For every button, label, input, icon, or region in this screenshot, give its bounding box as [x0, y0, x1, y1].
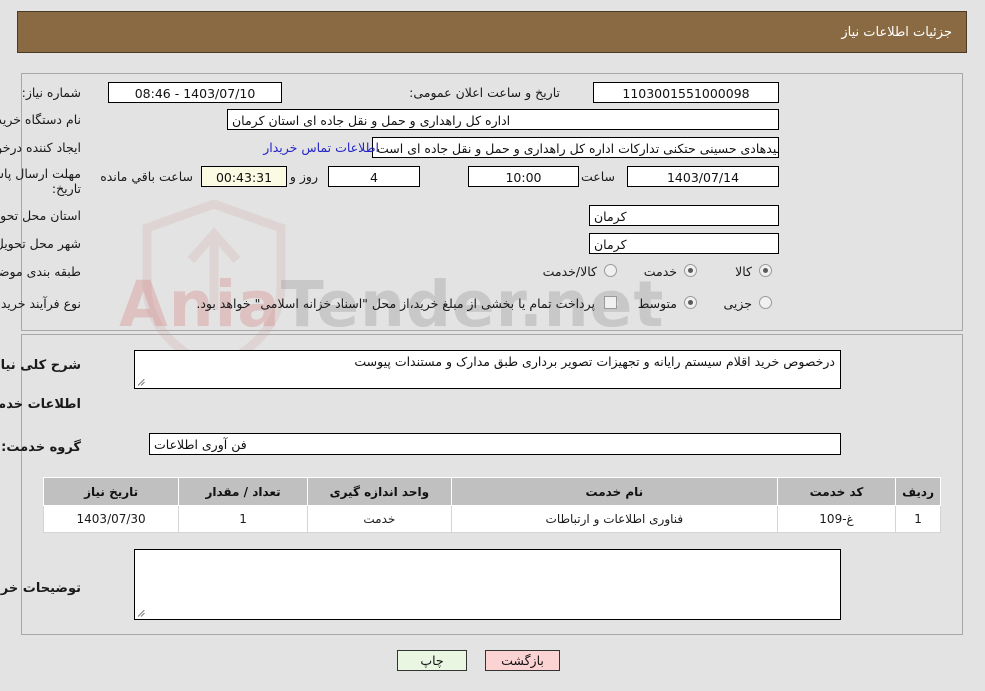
cell-row-no: 1	[896, 505, 942, 533]
buyer-org-value[interactable]: اداره کل راهداری و حمل و نقل جاده ای است…	[228, 109, 780, 130]
resize-grip-icon-2[interactable]	[138, 608, 148, 618]
process-label: نوع فرآیند خرید :	[0, 296, 82, 311]
radio-process-motavaset[interactable]	[685, 296, 698, 309]
radio-category-kala-label: کالا	[736, 264, 753, 279]
need-number-value[interactable]: 1103001551000098	[594, 82, 780, 103]
col-unit: واحد اندازه گیری	[307, 477, 453, 506]
col-need-date: تاریخ نیاز	[43, 477, 181, 506]
creator-value[interactable]: سیدهادی حسینی حتکنی تدارکات اداره کل راه…	[373, 137, 780, 158]
category-label: طبقه بندی موضوعی:	[0, 264, 82, 279]
hour-label: ساعت	[581, 169, 616, 184]
radio-category-khedmat-label: خدمت	[644, 264, 678, 279]
table-header-row: ردیف کد خدمت نام خدمت واحد اندازه گیری ت…	[43, 477, 942, 506]
radio-process-jozei-label: جزیی	[724, 296, 753, 311]
buyer-notes-label: توضیحات خریدار:	[0, 581, 82, 596]
radio-category-kala[interactable]	[760, 264, 773, 277]
treasury-text: پرداخت تمام یا بخشی از مبلغ خرید،از محل …	[197, 296, 596, 311]
deadline-time-value[interactable]: 10:00	[469, 166, 580, 187]
deadline-label: مهلت ارسال پاسخ: تا تاریخ:	[0, 166, 82, 196]
buyer-org-label: نام دستگاه خریدار:	[0, 112, 82, 127]
services-table: ردیف کد خدمت نام خدمت واحد اندازه گیری ت…	[43, 477, 942, 533]
buyer-contact-link[interactable]: اطلاعات تماس خریدار	[264, 140, 380, 155]
countdown-value: 00:43:31	[202, 166, 288, 187]
description-textarea[interactable]: درخصوص خرید اقلام سیستم رایانه و تجهیزات…	[135, 350, 842, 389]
need-number-label: شماره نیاز:	[22, 85, 82, 100]
deadline-label-line1: مهلت ارسال پاسخ: تا	[0, 166, 82, 181]
service-group-value[interactable]: فن آوری اطلاعات	[150, 433, 842, 455]
remaining-hours-label: ساعت باقي مانده	[101, 169, 194, 184]
services-section-title: اطلاعات خدمات مورد نیاز	[0, 397, 82, 412]
cell-name: فناوری اطلاعات و ارتباطات	[451, 505, 779, 533]
radio-process-motavaset-label: متوسط	[638, 296, 678, 311]
service-group-label: گروه خدمت:	[2, 440, 82, 455]
print-button[interactable]: چاپ	[398, 650, 468, 671]
treasury-checkbox[interactable]	[605, 296, 618, 309]
days-and-label: روز و	[290, 169, 319, 184]
province-value[interactable]: کرمان	[590, 205, 780, 226]
radio-process-jozei[interactable]	[760, 296, 773, 309]
deadline-label-line2: تاریخ:	[52, 181, 82, 196]
col-qty: تعداد / مقدار	[179, 477, 309, 506]
province-label: استان محل تحویل:	[0, 208, 82, 223]
table-row: 1 غ-109 فناوری اطلاعات و ارتباطات خدمت 1…	[43, 505, 942, 533]
col-row-no: ردیف	[896, 477, 942, 506]
page-header: جزئیات اطلاعات نیاز	[18, 11, 968, 53]
page-title: جزئیات اطلاعات نیاز	[842, 24, 953, 40]
public-announce-label: تاریخ و ساعت اعلان عمومی:	[410, 85, 561, 100]
creator-label: ایجاد کننده درخواست:	[0, 140, 82, 155]
buyer-notes-textarea[interactable]	[135, 549, 842, 620]
public-announce-value[interactable]: 1403/07/10 - 08:46	[109, 82, 283, 103]
remaining-days-value[interactable]: 4	[329, 166, 421, 187]
back-button[interactable]: بازگشت	[486, 650, 561, 671]
cell-need-date: 1403/07/30	[43, 505, 181, 533]
resize-grip-icon[interactable]	[138, 377, 148, 387]
radio-category-kala-khedmat-label: کالا/خدمت	[543, 264, 598, 279]
deadline-date-value[interactable]: 1403/07/14	[628, 166, 780, 187]
description-label: شرح کلی نیاز:	[0, 358, 82, 373]
radio-category-kala-khedmat[interactable]	[605, 264, 618, 277]
col-name: نام خدمت	[451, 477, 779, 506]
col-code: کد خدمت	[777, 477, 898, 506]
cell-qty: 1	[179, 505, 309, 533]
cell-code: غ-109	[777, 505, 898, 533]
cell-unit: خدمت	[307, 505, 453, 533]
city-value[interactable]: کرمان	[590, 233, 780, 254]
city-label: شهر محل تحویل:	[0, 236, 82, 251]
page-root: AniaTender.net جزئیات اطلاعات نیاز شماره…	[0, 0, 985, 691]
radio-category-khedmat[interactable]	[685, 264, 698, 277]
description-value: درخصوص خرید اقلام سیستم رایانه و تجهیزات…	[355, 354, 836, 369]
